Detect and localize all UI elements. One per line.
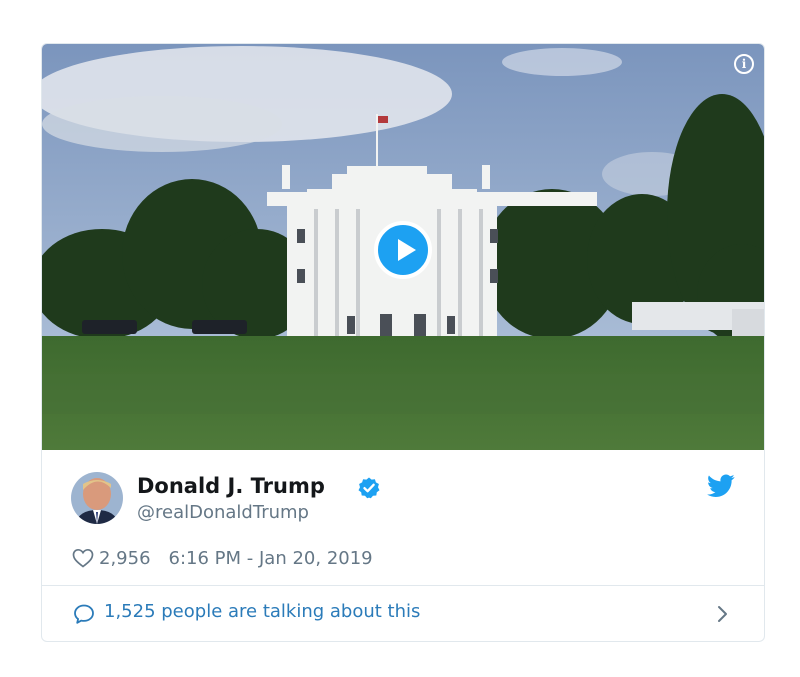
speech-bubble-icon: [74, 604, 94, 624]
embedded-tweet-card[interactable]: i Donald J. Trump @realDonaldTrump 2,956…: [41, 43, 765, 642]
play-icon: [398, 239, 416, 261]
verified-badge-icon: [358, 477, 380, 499]
tweet-meta: 2,956 6:16 PM - Jan 20, 2019: [71, 544, 373, 572]
video-thumbnail[interactable]: i: [42, 44, 764, 450]
avatar-image: [71, 472, 123, 524]
twitter-bird-icon[interactable]: [707, 474, 735, 498]
tweet-author: Donald J. Trump @realDonaldTrump: [71, 472, 735, 528]
avatar[interactable]: [71, 472, 123, 524]
author-display-name[interactable]: Donald J. Trump: [137, 474, 325, 498]
play-button[interactable]: [374, 221, 432, 279]
chevron-right-icon: [718, 606, 727, 622]
heart-icon[interactable]: [71, 546, 95, 570]
conversation-link[interactable]: 1,525 people are talking about this: [42, 586, 764, 641]
conversation-text: 1,525 people are talking about this: [104, 601, 421, 622]
author-handle[interactable]: @realDonaldTrump: [137, 502, 309, 523]
info-icon[interactable]: i: [734, 54, 754, 74]
tweet-timestamp[interactable]: 6:16 PM - Jan 20, 2019: [169, 548, 373, 569]
like-count[interactable]: 2,956: [99, 548, 151, 569]
